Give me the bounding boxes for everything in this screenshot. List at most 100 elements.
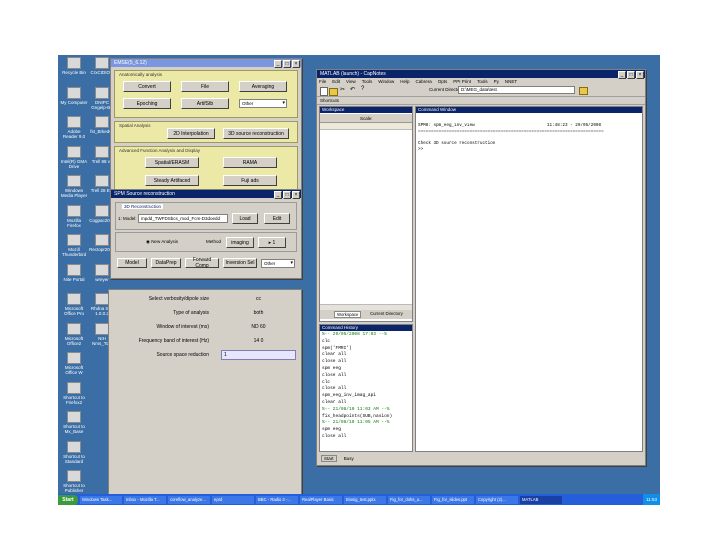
menu-item[interactable]: File [319,79,326,84]
taskbar-button[interactable]: Windows Task... [80,495,122,504]
history-entry[interactable]: close all [322,434,410,441]
menu-item[interactable]: Window [378,79,394,84]
taskbar-button[interactable]: Inbox - Mozilla T... [124,495,166,504]
desktop-icon[interactable]: Shortcut to Publisher [60,470,88,493]
start-button[interactable]: Start [58,494,78,505]
open-folder-icon[interactable] [329,88,338,96]
history-entry[interactable]: clc [322,339,410,346]
method-imaging-button[interactable]: imaging [226,237,254,248]
menu-item[interactable]: PPI Print [453,79,471,84]
desktop-icon[interactable]: Shortcut to Firefox2 [60,381,88,405]
convert-button[interactable]: Convert [123,81,171,92]
other-select[interactable]: Other [239,99,287,108]
averaging-button[interactable]: Averaging [239,81,287,92]
rama-button[interactable]: RAMA [223,157,277,168]
history-entry[interactable]: %-- 21/08/10 11:03 AM --% [322,407,410,414]
menu-item[interactable]: Cabrera [416,79,432,84]
command-output[interactable]: SPM8: spm_eeg_inv_view 11:48:23 - 29/05/… [418,123,640,153]
desktop-icon[interactable]: Microsoft Office Pro [60,293,88,316]
inversion-sel-button[interactable]: Inversion Sel [223,258,257,268]
property-value[interactable]: 14 0 [221,336,296,347]
maximize-button[interactable]: □ [283,60,291,68]
property-value[interactable]: 1 [221,350,296,360]
minimize-button[interactable]: _ [274,60,282,68]
edit-button[interactable]: Edit [264,213,290,224]
browse-folder-icon[interactable] [579,87,588,95]
property-value[interactable]: cc [221,294,296,305]
history-entry[interactable]: spm eeg [322,366,410,373]
current-dir-input[interactable]: D:\MEG_data\test [458,86,575,94]
matlab-start-button[interactable]: Start [321,455,337,462]
menu-item[interactable]: Py [494,79,499,84]
desktop-icon[interactable]: Nite Portal [60,263,88,282]
load-button[interactable]: Load [232,213,258,224]
spatial-erasm-button[interactable]: Spatial/ERASM [145,157,199,168]
history-entry[interactable]: %-- 29/05/2008 17:03 --% [322,332,410,339]
minimize-button[interactable]: _ [618,71,626,79]
desktop-icon[interactable]: Intel(R) GMA Drive [60,145,88,169]
taskbar-button[interactable]: eprd [212,495,254,504]
taskbar-button[interactable]: coreflow_analyze... [168,495,210,504]
undo-icon[interactable]: ↶ [350,86,355,93]
dataprep-step-button[interactable]: DataPrep [151,258,181,268]
model-step-button[interactable]: Model [117,258,147,268]
forward-comp-button[interactable]: Forward Comp [185,257,219,269]
desktop-icon[interactable]: Adobe Reader 9.0 [60,116,88,139]
menu-item[interactable]: Opts [438,79,448,84]
new-file-icon[interactable] [320,87,328,96]
desktop-icon[interactable]: Recycle Bin [60,57,88,75]
taskbar-button[interactable]: Copyright (2)... [476,495,518,504]
desktop-icon[interactable]: Mozill Thunderbird [60,234,88,257]
2d-interpolation-button[interactable]: 2D Interpolation [167,128,215,139]
taskbar-button[interactable]: Biosig_test.pptx [344,495,386,504]
desktop-icon[interactable]: My Computer [60,86,88,105]
close-button[interactable]: × [636,71,644,79]
taskbar-button[interactable]: BBC - Radio 3 -... [256,495,298,504]
close-button[interactable]: × [292,191,300,199]
history-entry[interactable]: spm eeg [322,427,410,434]
maximize-button[interactable]: □ [283,191,291,199]
menu-item[interactable]: Tools [477,79,488,84]
menu-item[interactable]: Help [400,79,409,84]
command-window-titlebar[interactable]: Command Window [416,107,642,113]
history-entry[interactable]: close all [322,359,410,366]
file-button[interactable]: File [181,81,229,92]
history-entry[interactable]: clear all [322,400,410,407]
history-entry[interactable]: spm_eeg_inv_imag_api [322,393,410,400]
desktop-icon[interactable]: Mozilla Firefox [60,204,88,228]
taskbar-button[interactable]: MATLAB [520,495,562,504]
property-value[interactable]: ND 60 [221,322,296,333]
current-directory-tab[interactable]: Current Directory [368,311,405,316]
history-titlebar[interactable]: Command History [320,325,412,331]
desktop-icon[interactable]: Shortcut to Standard [60,440,88,464]
minimize-button[interactable]: _ [274,191,282,199]
menu-item[interactable]: Edit [332,79,340,84]
history-entry[interactable]: close all [322,373,410,380]
desktop-icon[interactable]: Windows Media Player [60,175,88,198]
property-value[interactable]: both [221,308,296,319]
desktop-icon[interactable]: Shortcut to Mx_Base [60,411,88,434]
menu-item[interactable]: View [346,79,356,84]
bottom-other-select[interactable]: Other [261,259,295,268]
epoching-button[interactable]: Epoching [123,98,171,109]
menu-item[interactable]: NNET [505,79,517,84]
3d-source-reconstruction-button[interactable]: 3D source reconstruction [223,128,289,139]
launcher-titlebar[interactable]: EMSE(5_6.12) _ □ × [111,59,301,68]
model-file-input[interactable]: mpdd_TWFDSbcs_mod_Fcm-D3doedd [138,214,228,223]
taskbar-button[interactable]: RealPlayer Basic [300,495,342,504]
maximize-button[interactable]: □ [627,71,635,79]
new-analysis-radio[interactable]: ◉ New Analysis [146,239,178,245]
steady-artifaced-button[interactable]: Steady Artifaced [145,175,199,186]
history-entry[interactable]: %-- 21/08/10 11:05 AM --% [322,420,410,427]
close-button[interactable]: × [292,60,300,68]
taskbar-button[interactable]: Fig_for_dohs_u... [388,495,430,504]
sr-titlebar[interactable]: SPM Source reconstruction _ □ × [111,190,301,199]
matlab-titlebar[interactable]: MATLAB (launch) - CapNotes _ □ × [317,70,645,79]
taskbar-button[interactable]: Fig_for_slides.ppt [432,495,474,504]
next-step-button[interactable]: ▸ 1 [258,237,286,248]
help-icon[interactable]: ? [361,86,364,92]
workspace-titlebar[interactable]: Workspace [320,107,412,113]
workspace-tab[interactable]: Workspace [334,311,362,318]
artifact-button[interactable]: ArtifStb [181,98,229,109]
desktop-icon[interactable]: Microsoft Office2 [60,322,88,346]
